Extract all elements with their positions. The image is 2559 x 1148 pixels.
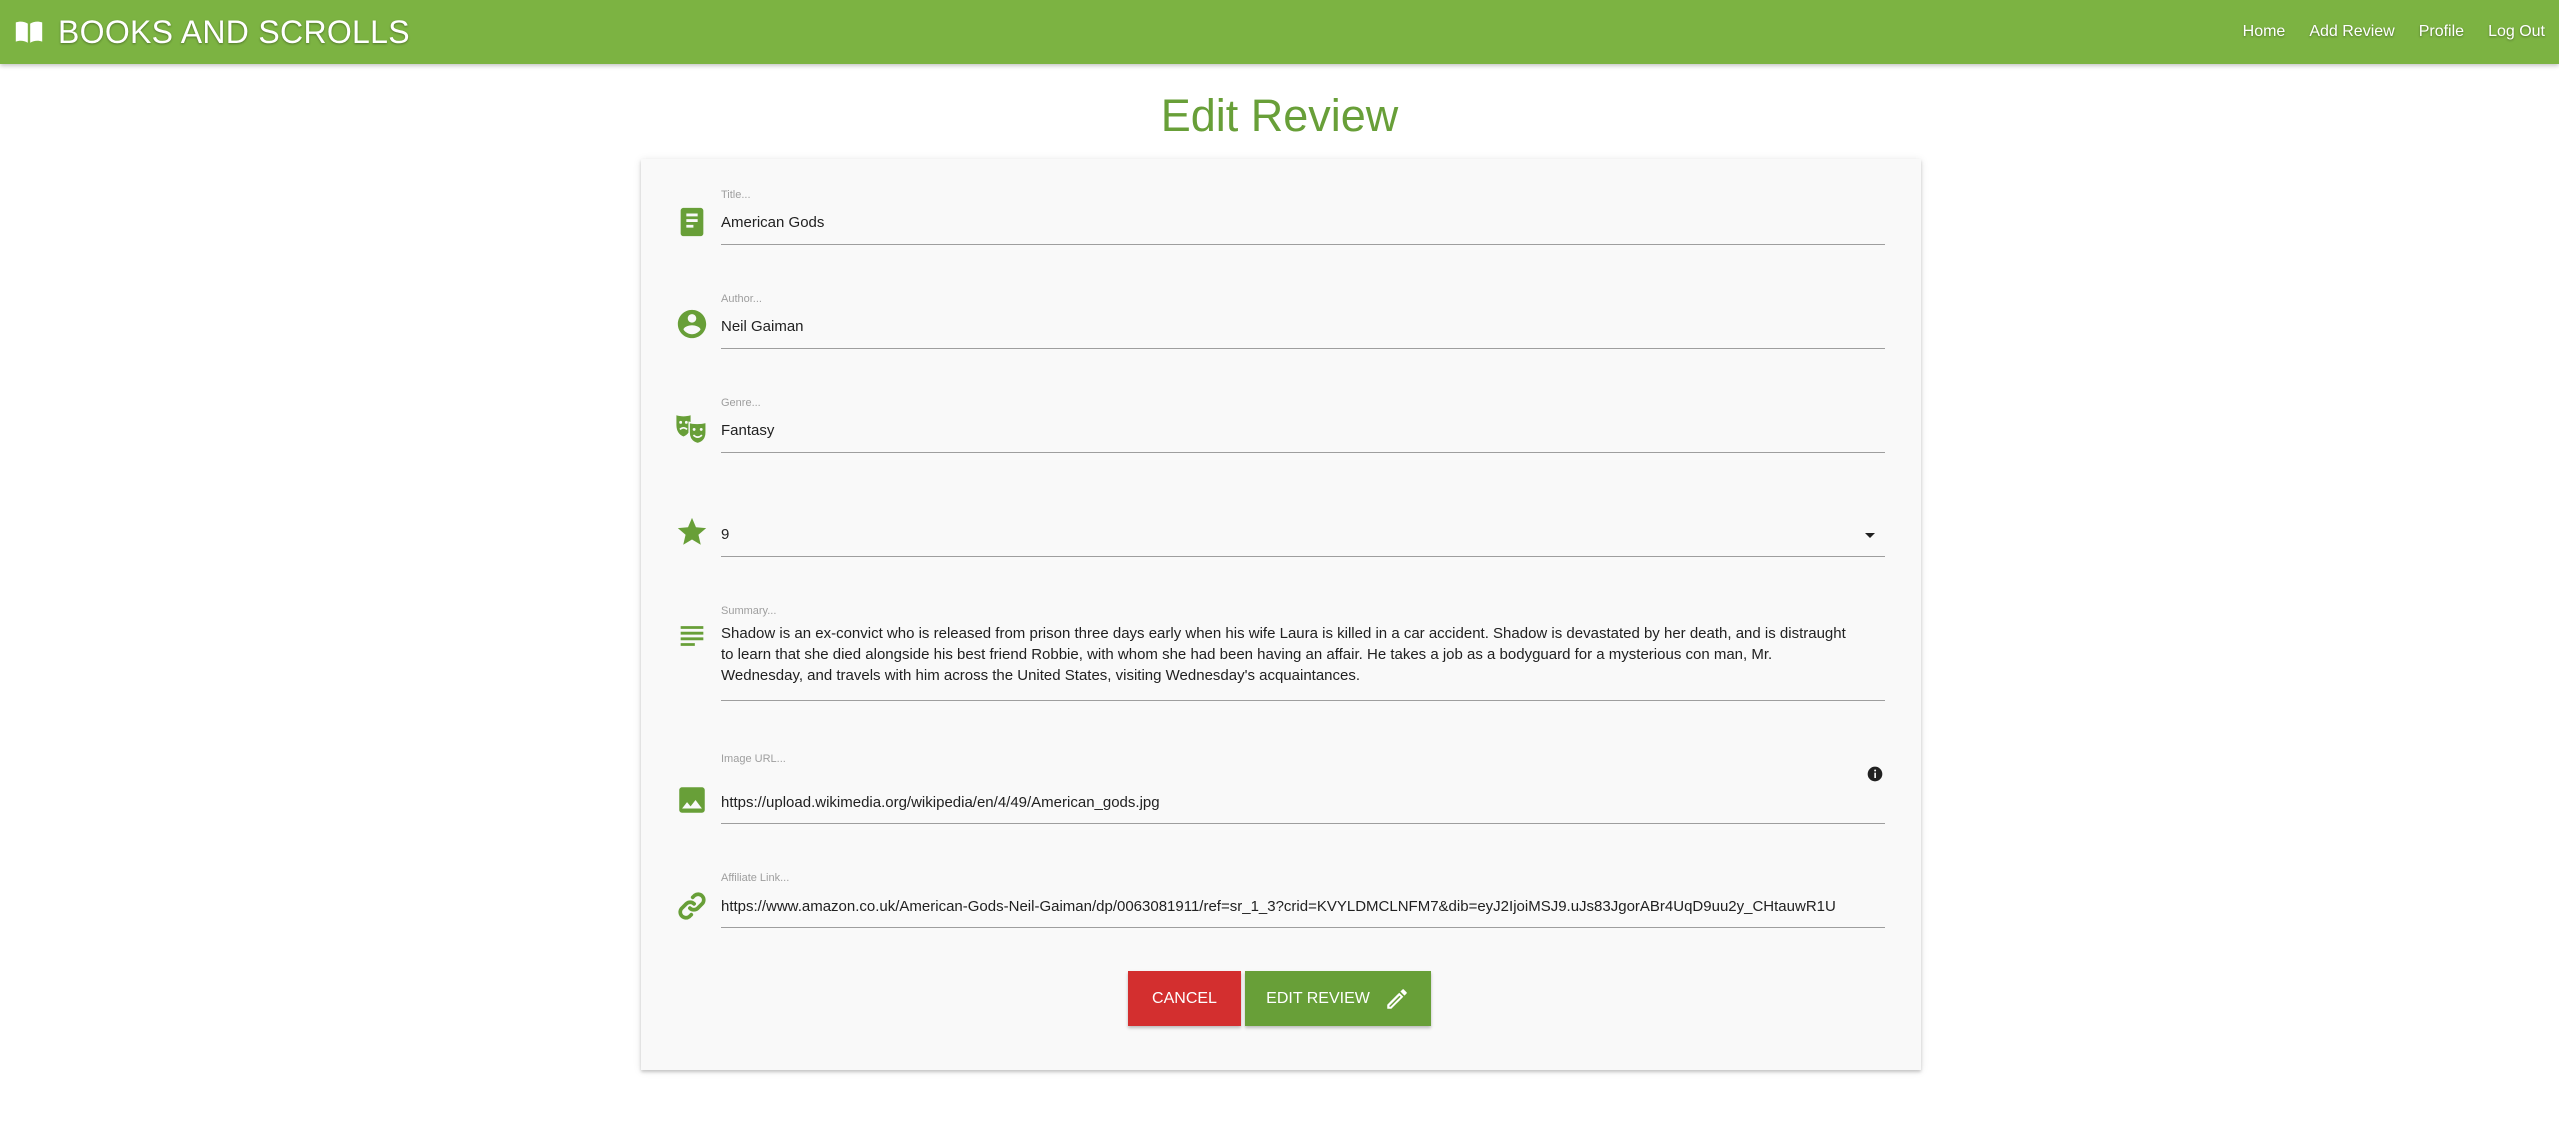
- rating-select[interactable]: 9: [721, 501, 1885, 557]
- brand-title: BOOKS AND SCROLLS: [58, 13, 410, 50]
- image-icon: [675, 783, 709, 817]
- summary-field: Summary... Shadow is an ex-convict who i…: [675, 605, 1887, 701]
- nav-logout-link[interactable]: Log Out: [2476, 23, 2559, 41]
- genre-field: Genre... Fantasy: [675, 397, 1887, 453]
- subject-icon: [675, 619, 709, 653]
- page-title: Edit Review: [1160, 90, 1399, 141]
- genre-input[interactable]: Genre... Fantasy: [721, 397, 1885, 453]
- rating-value: 9: [721, 526, 730, 543]
- edit-review-button-label: Edit Review: [1266, 989, 1370, 1007]
- chevron-down-icon: [1865, 533, 1875, 538]
- title-field: Title... American Gods: [675, 189, 1887, 245]
- nav-add-review-link[interactable]: Add Review: [2297, 23, 2406, 41]
- image-url-value: https://upload.wikimedia.org/wikipedia/e…: [721, 794, 1160, 811]
- author-input[interactable]: Author... Neil Gaiman: [721, 293, 1885, 349]
- affiliate-link-input[interactable]: Affiliate Link... https://www.amazon.co.…: [721, 872, 1885, 928]
- theater-masks-icon: [675, 411, 709, 445]
- star-icon: [675, 515, 709, 549]
- cancel-button[interactable]: Cancel: [1128, 971, 1241, 1026]
- brand-logo-link[interactable]: BOOKS AND SCROLLS: [14, 14, 410, 51]
- book-icon: [675, 205, 709, 239]
- nav-links: Home Add Review Profile Log Out: [2231, 0, 2559, 64]
- summary-label: Summary...: [721, 605, 777, 617]
- summary-value: Shadow is an ex-convict who is released …: [721, 625, 1846, 684]
- genre-label: Genre...: [721, 397, 761, 409]
- edit-review-button[interactable]: Edit Review: [1245, 971, 1431, 1026]
- affiliate-link-value: https://www.amazon.co.uk/American-Gods-N…: [721, 898, 1836, 915]
- genre-value: Fantasy: [721, 422, 775, 439]
- cancel-button-label: Cancel: [1152, 989, 1217, 1007]
- affiliate-link-field: Affiliate Link... https://www.amazon.co.…: [675, 872, 1887, 928]
- info-icon[interactable]: [1867, 766, 1883, 782]
- author-field: Author... Neil Gaiman: [675, 293, 1887, 349]
- author-value: Neil Gaiman: [721, 318, 804, 335]
- affiliate-link-label: Affiliate Link...: [721, 872, 790, 884]
- summary-textarea[interactable]: Summary... Shadow is an ex-convict who i…: [721, 605, 1885, 701]
- image-url-field: Image URL... https://upload.wikimedia.or…: [675, 753, 1887, 824]
- title-value: American Gods: [721, 214, 825, 231]
- link-icon: [675, 889, 709, 923]
- pencil-icon: [1384, 986, 1410, 1012]
- nav-profile-link[interactable]: Profile: [2407, 23, 2476, 41]
- edit-review-form: Title... American Gods Author... Neil Ga…: [641, 159, 1921, 1070]
- open-book-icon: [14, 20, 44, 44]
- image-url-input[interactable]: Image URL... https://upload.wikimedia.or…: [721, 753, 1885, 824]
- author-label: Author...: [721, 293, 762, 305]
- account-circle-icon: [675, 307, 709, 341]
- image-url-label: Image URL...: [721, 753, 786, 765]
- rating-field: 9: [675, 501, 1887, 557]
- title-label: Title...: [721, 189, 751, 201]
- title-input[interactable]: Title... American Gods: [721, 189, 1885, 245]
- nav-home-link[interactable]: Home: [2231, 23, 2298, 41]
- navbar: BOOKS AND SCROLLS Home Add Review Profil…: [0, 0, 2559, 64]
